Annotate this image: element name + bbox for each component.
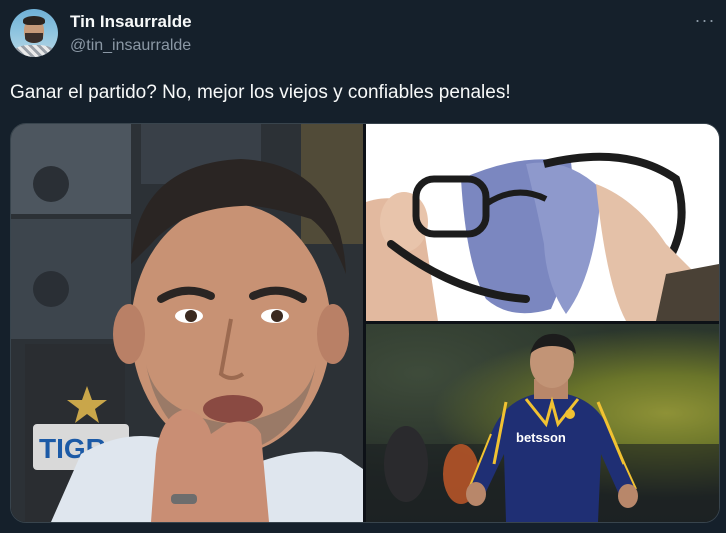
more-options-icon[interactable]: ··· xyxy=(690,10,720,34)
media-image-cleaning-glasses[interactable] xyxy=(366,124,719,321)
media-image-coach[interactable]: TIGR xyxy=(11,124,363,522)
tweet-card: Tin Insaurralde @tin_insaurralde ··· Gan… xyxy=(0,0,726,533)
author-name[interactable]: Tin Insaurralde xyxy=(70,11,192,33)
tweet-media-grid[interactable]: TIGR betsson xyxy=(10,123,720,523)
tweet-text: Ganar el partido? No, mejor los viejos y… xyxy=(10,82,511,103)
sponsor-text: betsson xyxy=(516,430,566,445)
coach-illustration: TIGR xyxy=(11,124,363,522)
media-image-player[interactable]: betsson xyxy=(366,324,719,522)
author-handle[interactable]: @tin_insaurralde xyxy=(70,36,191,56)
author-avatar[interactable] xyxy=(10,9,58,57)
player-illustration: betsson xyxy=(366,324,719,522)
avatar-hair xyxy=(23,16,45,25)
avatar-shirt xyxy=(14,45,54,57)
avatar-beard xyxy=(25,33,43,43)
glasses-illustration xyxy=(366,124,719,321)
